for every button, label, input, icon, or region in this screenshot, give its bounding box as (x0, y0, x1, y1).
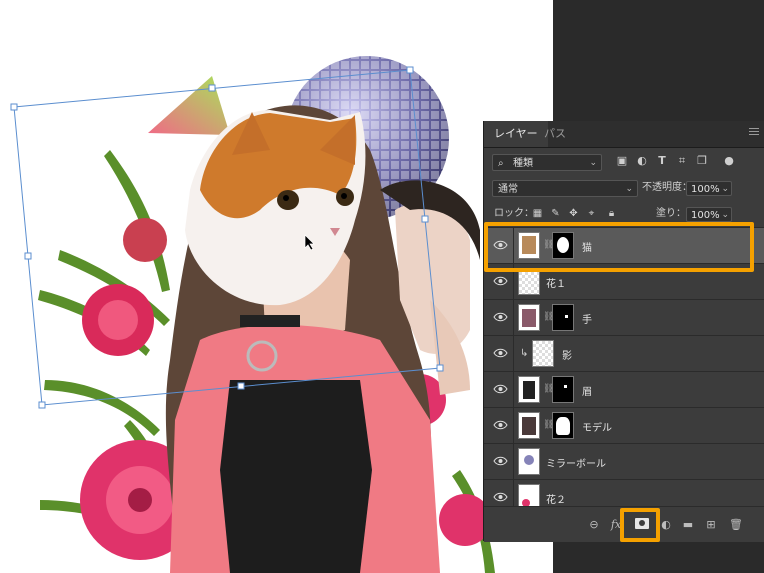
lock-transparent-icon[interactable]: ▦ (532, 208, 543, 219)
visibility-toggle[interactable] (484, 336, 514, 372)
opacity-value: 100% (691, 184, 720, 195)
tab-paths[interactable]: パス (534, 121, 576, 147)
layers-panel: レイヤー パス ⌕ 種類 ⌄ ▣ ◐ T ⌗ ❐ ● 通常 ⌄ 不透明度： 10… (483, 121, 764, 542)
panel-menu-icon[interactable] (749, 128, 759, 137)
highlight-selected-layer (484, 222, 754, 272)
layer-thumbnail[interactable] (518, 268, 540, 295)
layer-name[interactable]: 眉 (582, 383, 592, 398)
layer-name[interactable]: 手 (582, 311, 592, 326)
trash-icon[interactable]: 🗑︎ (729, 519, 743, 531)
link-icon[interactable]: ⛓ (543, 312, 554, 323)
lock-paint-icon[interactable]: ✎ (550, 208, 561, 219)
clipping-mask-icon: ↳ (520, 348, 529, 359)
blend-mode-select[interactable]: 通常 ⌄ (492, 180, 638, 197)
filter-shape-icon[interactable]: ⌗ (676, 155, 688, 167)
eye-icon (493, 420, 508, 430)
eye-icon (493, 348, 508, 358)
layer-name[interactable]: 影 (562, 347, 572, 362)
filter-kind-select[interactable]: ⌕ 種類 ⌄ (492, 154, 602, 171)
visibility-toggle[interactable] (484, 300, 514, 336)
link-icon[interactable]: ⛓ (543, 420, 554, 431)
chevron-down-icon: ⌄ (625, 184, 633, 194)
link-layers-icon[interactable]: ⊖ (588, 519, 600, 531)
filter-type-icon[interactable]: T (656, 155, 668, 167)
layer-name[interactable]: ミラーボール (546, 455, 606, 470)
filter-pixel-icon[interactable]: ▣ (616, 155, 628, 167)
opacity-label: 不透明度： (642, 182, 692, 193)
adjustment-icon[interactable]: ◐ (660, 519, 672, 531)
eye-icon (493, 492, 508, 502)
eye-icon (493, 456, 508, 466)
lock-artboard-icon[interactable]: ⌖ (586, 208, 597, 219)
chevron-down-icon: ⌄ (721, 210, 729, 220)
layer-name[interactable]: 花２ (546, 491, 566, 506)
link-icon[interactable]: ⛓ (543, 384, 554, 395)
blend-mode-label: 通常 (498, 184, 518, 195)
layer-thumbnail[interactable] (532, 340, 554, 367)
collage-artwork (10, 56, 495, 573)
layer-thumbnail[interactable] (518, 376, 540, 403)
eye-icon (493, 276, 508, 286)
lock-position-icon[interactable]: ✥ (568, 208, 579, 219)
highlight-add-mask-button (620, 508, 660, 542)
folder-icon[interactable]: ▬ (682, 519, 694, 531)
filter-kind-label: 種類 (513, 158, 533, 169)
layer-mask-thumbnail[interactable] (552, 304, 574, 331)
layer-mask-thumbnail[interactable] (552, 412, 574, 439)
layer-row-hand[interactable]: ⛓ 手 (484, 299, 764, 336)
layer-thumbnail[interactable] (518, 304, 540, 331)
layer-mask-thumbnail[interactable] (552, 376, 574, 403)
fill-value: 100% (691, 210, 720, 221)
chevron-down-icon: ⌄ (721, 184, 729, 194)
visibility-toggle[interactable] (484, 408, 514, 444)
layer-thumbnail[interactable] (518, 448, 540, 475)
layer-name[interactable]: モデル (582, 419, 612, 434)
layer-row-shadow[interactable]: ↳ 影 (484, 335, 764, 372)
layer-row-mirrorball[interactable]: ミラーボール (484, 443, 764, 480)
layer-name[interactable]: 花１ (546, 275, 566, 290)
panel-tab-bar: レイヤー パス (484, 121, 764, 148)
search-icon: ⌕ (498, 158, 504, 169)
eye-icon (493, 384, 508, 394)
opacity-input[interactable]: 100% ⌄ (686, 181, 732, 196)
fill-label: 塗り： (656, 208, 686, 219)
eye-icon (493, 312, 508, 322)
layer-thumbnail[interactable] (518, 412, 540, 439)
lock-label: ロック： (494, 208, 534, 219)
visibility-toggle[interactable] (484, 444, 514, 480)
layer-row-model[interactable]: ⛓ モデル (484, 407, 764, 444)
filter-toggle-icon[interactable]: ● (724, 155, 734, 167)
chevron-down-icon: ⌄ (589, 158, 597, 168)
document-canvas[interactable] (0, 0, 553, 573)
lock-all-icon[interactable]: 🔒︎ (606, 208, 617, 219)
new-layer-icon[interactable]: ⊞ (705, 519, 717, 531)
fill-input[interactable]: 100% ⌄ (686, 207, 732, 222)
layer-row-eyebrow[interactable]: ⛓ 眉 (484, 371, 764, 408)
filter-adjustment-icon[interactable]: ◐ (636, 155, 648, 167)
filter-smart-object-icon[interactable]: ❐ (696, 155, 708, 167)
gradient-triangle (148, 76, 230, 135)
visibility-toggle[interactable] (484, 372, 514, 408)
